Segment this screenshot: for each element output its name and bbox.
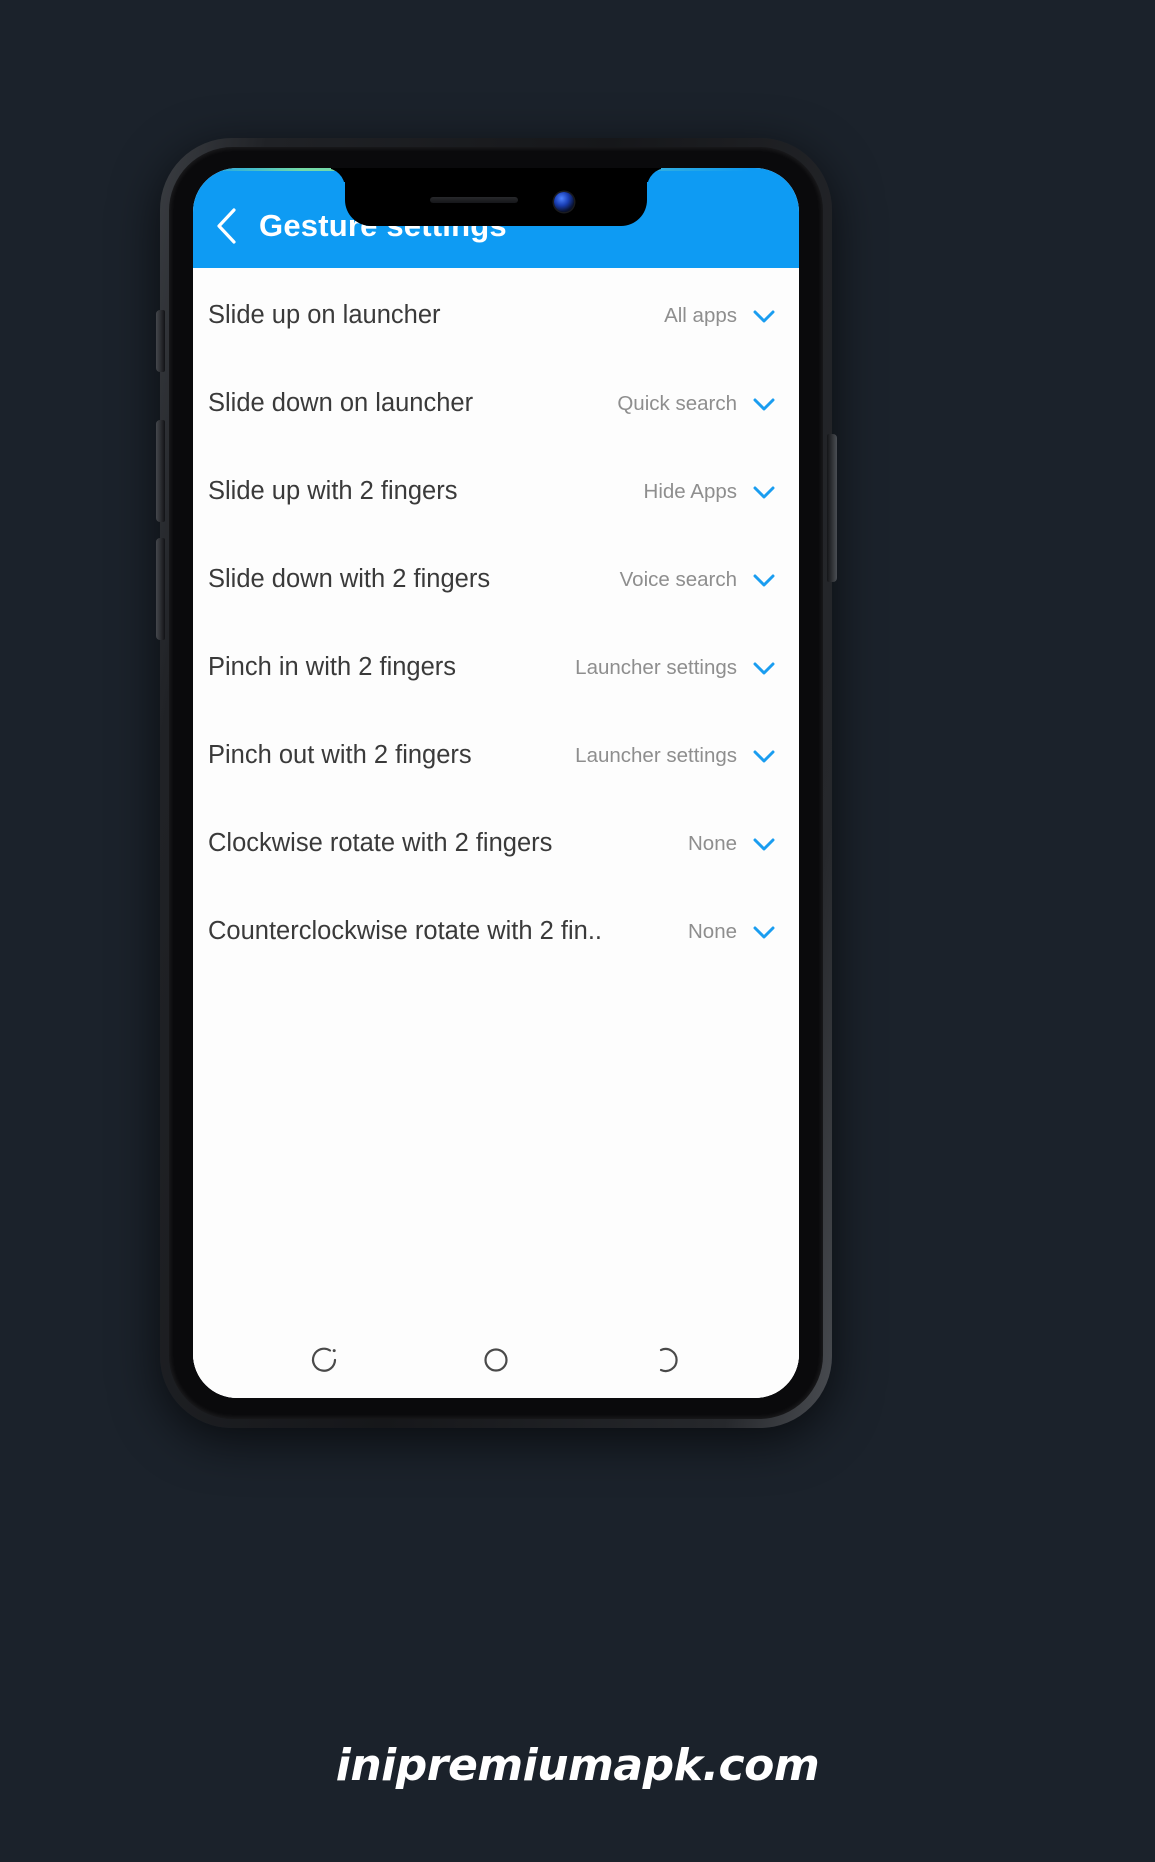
phone-power-button[interactable] [827,434,837,582]
chevron-down-icon[interactable] [747,915,781,949]
watermark-text: inipremiumapk.com [335,1740,820,1791]
recents-icon [309,1344,341,1376]
gesture-value: None [687,920,737,943]
gesture-value: Voice search [619,568,737,591]
gesture-label: Counterclockwise rotate with 2 fin.. [208,917,603,946]
phone-side-button-top-left[interactable] [156,310,165,372]
gesture-value: Launcher settings [575,744,737,767]
front-camera-icon [554,192,574,212]
table-row[interactable]: Slide up with 2 fingers Hide Apps [193,448,799,536]
gesture-settings-list: Slide up on launcher All apps Slide down… [193,268,799,1398]
chevron-down-icon[interactable] [747,739,781,773]
phone-volume-down-button[interactable] [156,538,165,640]
gesture-label: Pinch in with 2 fingers [208,653,457,682]
gesture-label: Slide up on launcher [208,301,441,330]
chevron-down-icon[interactable] [747,387,781,421]
gesture-value: Launcher settings [575,656,737,679]
gesture-value: All apps [664,304,737,327]
phone-volume-up-button[interactable] [156,420,165,522]
chevron-down-icon[interactable] [747,651,781,685]
gesture-label: Clockwise rotate with 2 fingers [208,829,553,858]
system-navigation-bar [193,1322,799,1398]
back-arc-icon [651,1344,683,1376]
table-row[interactable]: Slide down on launcher Quick search [193,360,799,448]
home-circle-icon [480,1344,512,1376]
gesture-value: Hide Apps [643,480,737,503]
gesture-label: Slide down with 2 fingers [208,565,491,594]
table-row[interactable]: Counterclockwise rotate with 2 fin.. Non… [193,888,799,976]
home-button[interactable] [467,1331,525,1389]
table-row[interactable]: Clockwise rotate with 2 fingers None [193,800,799,888]
gesture-value: Quick search [617,392,737,415]
table-row[interactable]: Slide up on launcher All apps [193,272,799,360]
chevron-down-icon[interactable] [747,827,781,861]
gesture-value: None [687,832,737,855]
table-row[interactable]: Slide down with 2 fingers Voice search [193,536,799,624]
chevron-left-icon [213,206,239,246]
gesture-label: Pinch out with 2 fingers [208,741,472,770]
table-row[interactable]: Pinch in with 2 fingers Launcher setting… [193,624,799,712]
chevron-down-icon[interactable] [747,563,781,597]
phone-notch [345,168,647,226]
chevron-down-icon[interactable] [747,475,781,509]
table-row[interactable]: Pinch out with 2 fingers Launcher settin… [193,712,799,800]
phone-device-frame: Gesture settings Slide up on launcher Al… [156,138,837,1428]
back-button[interactable] [638,1331,696,1389]
page-root: Gesture settings Slide up on launcher Al… [0,0,1155,1862]
gesture-label: Slide down on launcher [208,389,474,418]
chevron-down-icon[interactable] [747,299,781,333]
phone-screen: Gesture settings Slide up on launcher Al… [193,168,799,1398]
gesture-label: Slide up with 2 fingers [208,477,458,506]
earpiece-speaker-icon [430,197,518,203]
back-navigation-button[interactable] [193,198,259,254]
recents-button[interactable] [296,1331,354,1389]
